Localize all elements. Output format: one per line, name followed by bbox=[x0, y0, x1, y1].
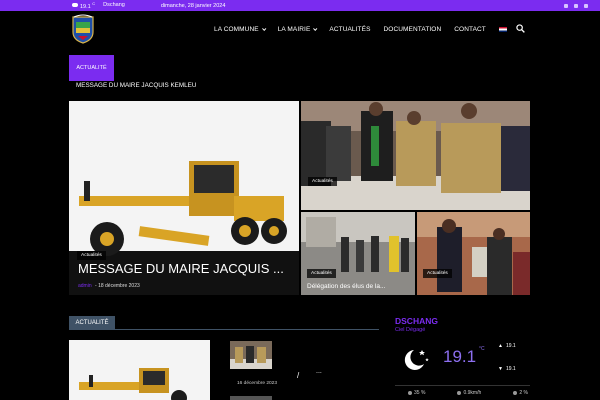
article-date: 16 décembre 2023 bbox=[237, 381, 278, 386]
weather-city: DSCHANG bbox=[395, 316, 438, 326]
clear-night-icon bbox=[404, 350, 429, 370]
arrow-up-icon: ▲ bbox=[498, 343, 503, 349]
nav-contact[interactable]: CONTACT bbox=[454, 26, 486, 33]
weather-description: Ciel Dégagé bbox=[395, 327, 426, 333]
weather-stats: 35 % 0.9km/h 2 % bbox=[408, 390, 528, 396]
section-divider bbox=[69, 329, 379, 330]
search-icon[interactable] bbox=[516, 24, 525, 33]
article-tile-ceremony[interactable]: Actualités bbox=[301, 101, 530, 210]
topbar-weather: 19.1 C Dschang bbox=[72, 1, 125, 10]
weather-unit: °C bbox=[479, 346, 485, 352]
facebook-icon[interactable] bbox=[564, 3, 568, 8]
featured-article[interactable]: Actualités MESSAGE DU MAIRE JACQUIS ... … bbox=[69, 101, 299, 295]
article-thumbnail[interactable] bbox=[230, 396, 272, 400]
category-badge[interactable]: Actualités bbox=[423, 269, 452, 278]
topbar-date: dimanche, 28 janvier 2024 bbox=[160, 2, 226, 9]
nav-la-mairie[interactable]: LA MAIRIE bbox=[278, 26, 318, 33]
top-bar: 19.1 C Dschang dimanche, 28 janvier 2024 bbox=[0, 0, 600, 11]
site-logo[interactable] bbox=[70, 14, 96, 44]
nav-actualites[interactable]: ACTUALITÉS bbox=[329, 26, 370, 33]
nav-la-commune[interactable]: LA COMMUNE bbox=[214, 26, 267, 33]
featured-date: 18 décembre 2023 bbox=[98, 283, 140, 289]
truncated-title[interactable]: ... bbox=[316, 368, 322, 375]
author-link[interactable]: admin bbox=[78, 283, 92, 289]
weather-low: ▼ 19.1 bbox=[498, 366, 516, 372]
uk-flag-icon[interactable] bbox=[498, 26, 507, 32]
weather-high: ▲ 19.1 bbox=[498, 343, 516, 349]
twitter-icon[interactable] bbox=[574, 3, 578, 8]
category-badge[interactable]: Actualités bbox=[307, 269, 336, 278]
separator: / bbox=[297, 371, 300, 380]
chevron-down-icon bbox=[261, 26, 267, 31]
ceremony-thumbnail bbox=[230, 341, 272, 369]
topbar-city: Dschang bbox=[103, 2, 125, 9]
reception-image bbox=[417, 212, 530, 295]
cloud-icon bbox=[513, 390, 518, 395]
featured-meta: admin - 18 décembre 2023 bbox=[78, 283, 140, 289]
main-nav: LA COMMUNE LA MAIRIE ACTUALITÉS DOCUMENT… bbox=[214, 24, 527, 34]
breaking-badge[interactable]: Actualité bbox=[69, 55, 114, 81]
humidity-icon bbox=[408, 390, 412, 395]
clouds-stat: 2 % bbox=[513, 390, 528, 396]
article-image-grader[interactable] bbox=[69, 340, 210, 400]
topbar-temp: 19.1 C bbox=[80, 1, 96, 10]
cloud-icon bbox=[72, 3, 78, 8]
featured-title[interactable]: MESSAGE DU MAIRE JACQUIS ... bbox=[78, 261, 284, 276]
wind-icon bbox=[457, 390, 462, 395]
social-links bbox=[564, 3, 588, 8]
youtube-icon[interactable] bbox=[584, 3, 588, 8]
category-badge[interactable]: Actualités bbox=[77, 251, 106, 260]
delegation-title[interactable]: Délégation des élus de la... bbox=[307, 283, 385, 290]
humidity-stat: 35 % bbox=[408, 390, 425, 396]
breaking-headline[interactable]: MESSAGE DU MAIRE JACQUIS KEMLEU bbox=[76, 82, 196, 89]
article-tile-reception[interactable]: Actualités bbox=[417, 212, 530, 295]
grader-thumbnail bbox=[69, 340, 210, 400]
nav-documentation[interactable]: DOCUMENTATION bbox=[384, 26, 442, 33]
article-tile-delegation[interactable]: Actualités Délégation des élus de la... bbox=[301, 212, 415, 295]
chevron-down-icon bbox=[313, 26, 318, 31]
wind-stat: 0.9km/h bbox=[457, 390, 481, 396]
arrow-down-icon: ▼ bbox=[498, 366, 503, 372]
ceremony-image bbox=[301, 101, 530, 210]
section-title: Actualité bbox=[69, 316, 115, 329]
weather-temp: 19.1 bbox=[443, 347, 477, 366]
category-badge[interactable]: Actualités bbox=[308, 177, 337, 186]
article-thumbnail[interactable] bbox=[230, 341, 272, 369]
weather-divider bbox=[395, 385, 530, 386]
